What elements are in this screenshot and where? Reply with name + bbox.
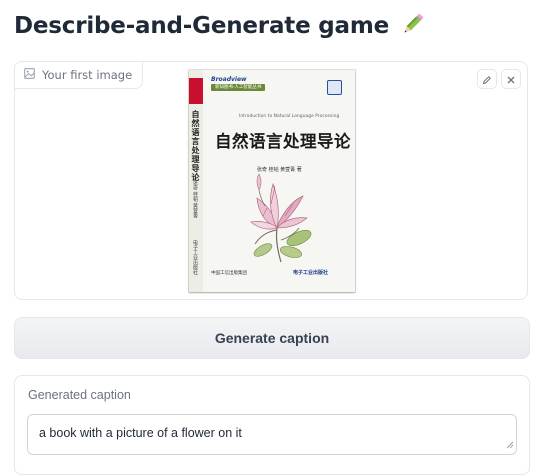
book-spine-red-band	[189, 78, 203, 104]
book-spine-title: 自然语言处理导论	[191, 110, 200, 182]
generated-caption-panel: Generated caption a book with a picture …	[14, 375, 530, 475]
book-english-subtitle: Introduction to Natural Language Process…	[239, 114, 340, 119]
book-publisher: 电子工业出版社	[293, 270, 329, 276]
clear-image-button[interactable]	[501, 69, 521, 89]
book-publisher-group: 中国工信出版集团	[211, 271, 247, 276]
generate-caption-button[interactable]: Generate caption	[14, 317, 530, 359]
book-emblem-icon	[327, 80, 342, 95]
generated-caption-label: Generated caption	[28, 388, 131, 402]
image-panel-label: Your first image	[15, 62, 144, 89]
book-spine-authors: 张奇 桂韬 黄萱菁	[192, 180, 198, 219]
book-brand: Broadview	[211, 76, 247, 83]
page-title-text: Describe-and-Generate game	[14, 13, 390, 39]
book-series-badge: 新知图书·人工智能丛书	[211, 84, 266, 91]
generated-caption-textarea[interactable]: a book with a picture of a flower on it	[27, 414, 517, 455]
book-spine-publisher: 电子工业出版社	[192, 240, 198, 275]
magnolia-flower-illustration	[250, 173, 312, 263]
pencil-icon	[482, 70, 492, 89]
book-cover-image: 自然语言处理导论 张奇 桂韬 黄萱菁 电子工业出版社 Broadview 新知图…	[189, 70, 355, 292]
pencil-emoji-icon	[401, 12, 425, 42]
generated-caption-text: a book with a picture of a flower on it	[39, 426, 242, 440]
image-icon	[24, 68, 35, 82]
page-title: Describe-and-Generate game	[14, 12, 425, 42]
image-input-panel[interactable]: Your first image 自然语言处理导论 张奇 桂韬 黄萱菁 电子工业…	[14, 61, 528, 300]
resize-handle-icon[interactable]	[506, 438, 514, 452]
image-panel-label-text: Your first image	[42, 68, 133, 82]
edit-image-button[interactable]	[477, 69, 497, 89]
book-title: 自然语言处理导论	[215, 132, 351, 151]
close-icon	[506, 70, 516, 89]
